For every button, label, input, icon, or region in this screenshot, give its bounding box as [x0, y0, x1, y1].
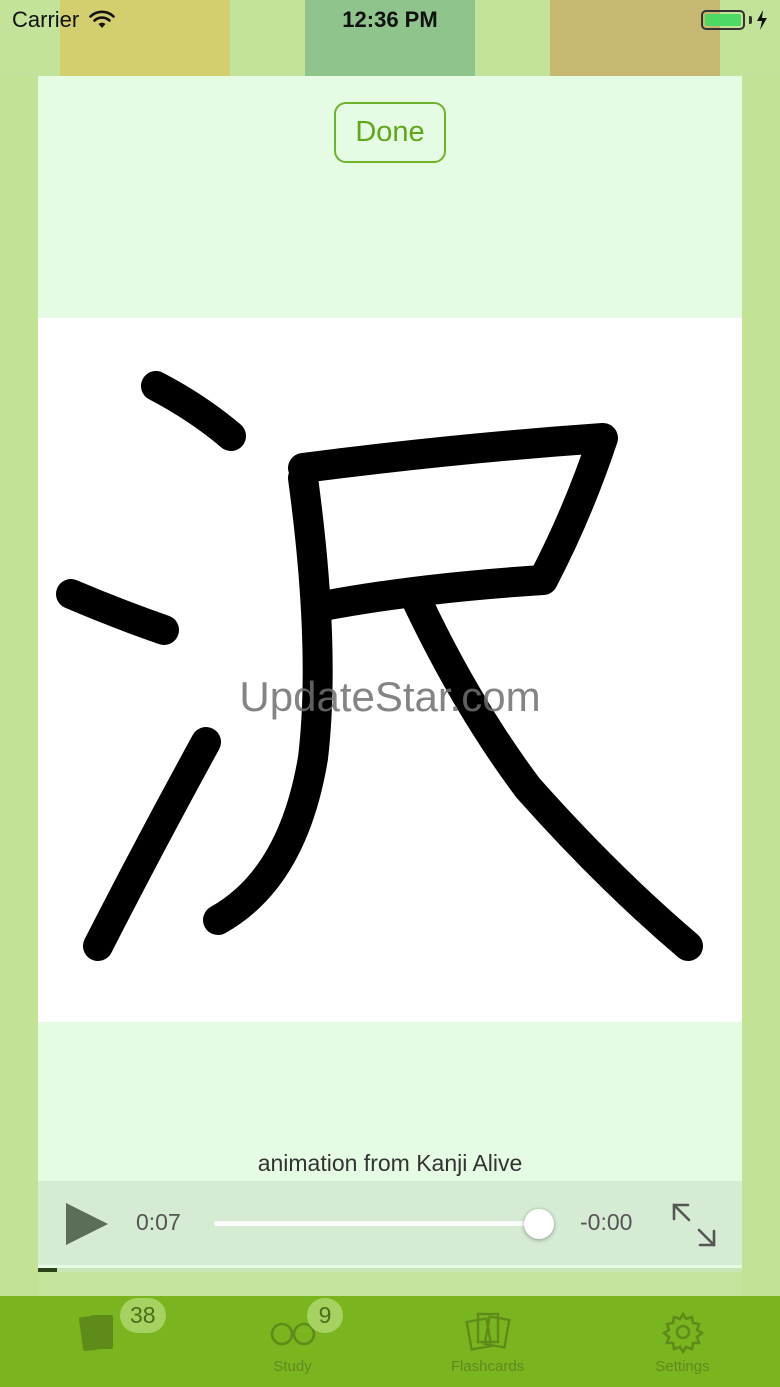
- carrier-group: Carrier: [12, 7, 116, 33]
- play-icon[interactable]: [64, 1201, 110, 1247]
- battery-tip: [749, 16, 752, 24]
- cards-icon: [78, 1314, 113, 1352]
- scrubber-thumb[interactable]: [524, 1209, 554, 1239]
- tab-badge: 38: [120, 1298, 166, 1333]
- done-button[interactable]: Done: [334, 102, 446, 163]
- tab-label: Flashcards: [450, 1358, 525, 1375]
- background-side: [0, 76, 38, 1296]
- charging-bolt-icon: [757, 10, 767, 30]
- battery-level: [705, 14, 741, 26]
- kanji-stroke: [288, 423, 618, 621]
- kanji-stroke-drawing: [56, 371, 703, 961]
- flashcards-icon: [464, 1312, 511, 1351]
- kanji-stroke: [83, 727, 221, 961]
- tab-label: Settings: [655, 1358, 710, 1375]
- battery-icon: [701, 10, 745, 30]
- watermark-text: UpdateStar.com: [239, 673, 541, 720]
- tab-label: Study: [273, 1358, 312, 1375]
- carrier-label: Carrier: [12, 7, 80, 32]
- tab-study[interactable]: Study 9: [195, 1296, 390, 1387]
- kanji-animation-view: UpdateStar.com: [38, 318, 742, 1022]
- tab-flashcards[interactable]: Flashcards: [390, 1296, 585, 1387]
- playback-progress-track: [38, 1268, 742, 1272]
- fullscreen-expand-icon[interactable]: [670, 1201, 718, 1249]
- gear-icon: [661, 1311, 704, 1354]
- kanji-animation-modal: Done UpdateStar.com animation from Kanji…: [38, 76, 742, 1272]
- battery-group: [701, 10, 768, 30]
- tab-bar: 38 Study 9 Flashcards Settings: [0, 1296, 780, 1387]
- credit-label: animation from Kanji Alive: [257, 1150, 523, 1176]
- kanji-stroke: [141, 371, 246, 451]
- tab-badge: 9: [307, 1298, 343, 1333]
- current-time: 0:07: [136, 1209, 181, 1235]
- video-player-controls: 0:07 -0:00: [38, 1181, 742, 1265]
- kanji-stroke: [403, 588, 703, 961]
- kanji-stroke: [56, 579, 179, 645]
- status-bar: Carrier 12:36 PM: [0, 0, 780, 40]
- scrubber-track[interactable]: [214, 1221, 540, 1226]
- remaining-time: -0:00: [580, 1209, 633, 1235]
- playback-progress-fill: [38, 1268, 57, 1272]
- tab-cards[interactable]: 38: [0, 1296, 195, 1387]
- wifi-icon: [89, 10, 116, 28]
- tab-settings[interactable]: Settings: [585, 1296, 780, 1387]
- background-side: [742, 76, 780, 1296]
- status-time: 12:36 PM: [342, 7, 438, 32]
